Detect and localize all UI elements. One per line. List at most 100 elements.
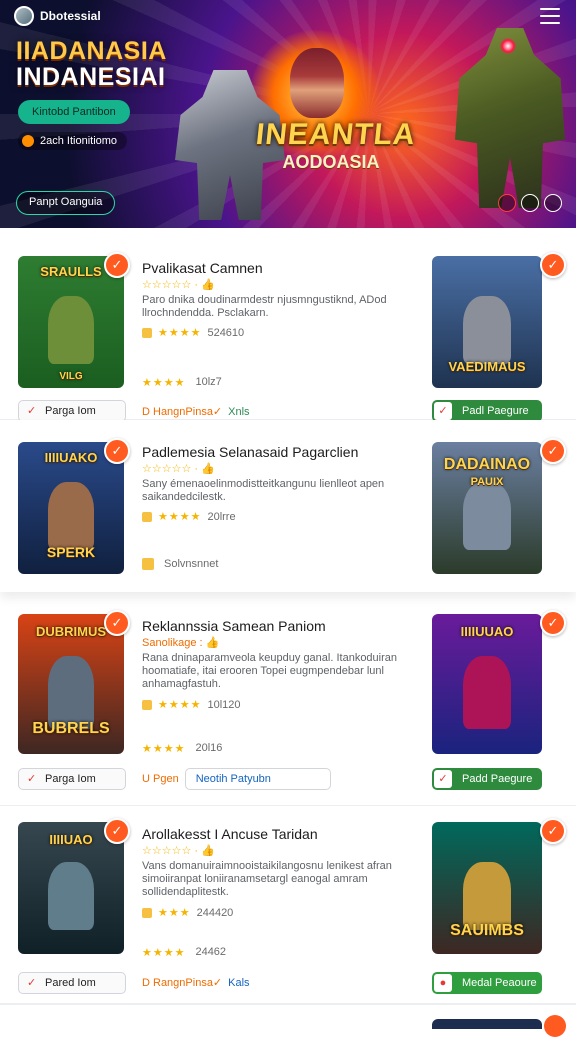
list-item[interactable]: SRAULLS VILG ✓ Pvalikasat Camnen ☆☆☆☆☆ ·… (0, 228, 576, 422)
thumbnail-character (462, 295, 512, 365)
hero-live-indicator: 2ach Itionitiomo (18, 132, 128, 150)
thumbnail-character (462, 656, 512, 729)
meta-value: 244420 (196, 906, 234, 919)
feature-button-label: Padd Paegure (462, 773, 533, 785)
app-header: Dbotessial (14, 6, 101, 26)
game-thumbnail-left[interactable]: DUBRIMUS BUBRELS (18, 614, 124, 754)
thumbnail-art: SAUIMBS (432, 822, 542, 954)
check-badge-icon (544, 1015, 566, 1037)
link-secondary[interactable]: Kals (228, 977, 249, 989)
feature-button-label: Padl Paegure (462, 405, 529, 417)
settings-icon[interactable] (521, 194, 539, 212)
rating-row: ☆☆☆☆☆ · 👍 (142, 463, 215, 475)
record-icon[interactable] (498, 194, 516, 212)
meta-secondary-value: 24462 (195, 946, 227, 958)
warning-icon (142, 511, 152, 522)
thumbnail-character (47, 656, 95, 729)
meta-value: 10l120 (207, 698, 241, 711)
hero-title-line2: INDANESIAI (16, 63, 166, 91)
item-text-field[interactable]: Neotih Patyubn (184, 768, 331, 790)
game-meta: ★★★★ 524610 (142, 326, 244, 339)
avatar[interactable] (14, 6, 34, 26)
check-badge-icon: ✓ (540, 252, 566, 278)
hero-mech-eye (500, 38, 516, 54)
link-primary[interactable]: D RangnPinsa✓ (142, 976, 222, 989)
game-title[interactable]: Padlemesia Selanasaid Pagarclien (142, 444, 358, 460)
list-item[interactable]: IIIIUAO ✓ Arollakesst I Ancuse Taridan ☆… (0, 806, 576, 1004)
game-title[interactable]: Reklannssia Samean Paniom (142, 618, 326, 634)
thumbnail-subtitle: PAUIX (470, 476, 504, 488)
play-button[interactable]: ✓ Parga Iom (18, 768, 126, 790)
game-thumbnail-right[interactable]: DADAINAO PAUIX (432, 442, 542, 574)
game-thumbnail-right[interactable]: VAEDIMAUS (432, 256, 542, 388)
star-rating-icon: ★★★★ (158, 327, 202, 339)
meta-value: 20lrre (207, 510, 236, 523)
thumbnail-art: IIIIUAO (18, 822, 124, 954)
check-icon: ✓ (434, 770, 452, 788)
thumbnail-title: SAUIMBS (450, 922, 524, 939)
share-icon[interactable] (544, 194, 562, 212)
thumbnail-character (462, 481, 512, 551)
star-rating-icon: ★★★★ (142, 377, 186, 389)
thumbnail-character (47, 295, 95, 365)
live-dot-icon (22, 135, 34, 147)
thumbnail-subtitle: BUBRELS (32, 720, 110, 737)
thumbnail-subtitle: VILG (59, 371, 83, 382)
check-badge-icon: ✓ (540, 438, 566, 464)
game-meta-secondary: ★★★★ 24462 (142, 946, 226, 959)
play-button[interactable]: ✓ Parga Iom (18, 400, 126, 422)
thumbnail-art: DADAINAO PAUIX (432, 442, 542, 574)
thumbnail-art: IIIIUUAO (432, 614, 542, 754)
check-badge-icon: ✓ (104, 252, 130, 278)
list-item[interactable]: DUBRIMUS BUBRELS ✓ Reklannssia Samean Pa… (0, 610, 576, 806)
game-list: SRAULLS VILG ✓ Pvalikasat Camnen ☆☆☆☆☆ ·… (0, 228, 576, 1004)
game-description: Vans domanuiraimnooistaikilangosnu lenik… (142, 860, 392, 898)
check-icon: ✓ (27, 773, 37, 785)
star-rating-icon: ★★★★ (142, 947, 186, 959)
game-thumbnail-left[interactable]: IIIIUAO (18, 822, 124, 954)
list-item[interactable]: IIIIUAKO SPERK ✓ Padlemesia Selanasaid P… (0, 420, 576, 592)
play-button[interactable]: ✓ Pared Iom (18, 972, 126, 994)
game-description: Rana dninaparamveola keupduy ganal. Itan… (142, 652, 398, 690)
check-badge-icon: ✓ (104, 610, 130, 636)
rating-row: ☆☆☆☆☆ · 👍 (142, 279, 215, 291)
game-title[interactable]: Pvalikasat Camnen (142, 260, 263, 276)
star-rating-icon: ★★★★ (142, 743, 186, 755)
thumbnail-art: IIIIUAKO SPERK (18, 442, 124, 574)
game-meta-secondary: ★★★★ 20l16 (142, 742, 222, 755)
banner-subtitle: AODOASIA (282, 152, 380, 172)
game-thumbnail-left[interactable]: SRAULLS VILG (18, 256, 124, 388)
game-title[interactable]: Arollakesst I Ancuse Taridan (142, 826, 318, 842)
thumbnail-character (47, 861, 95, 931)
game-description: Sany émenaoelinmodistteitkangunu lienlle… (142, 478, 385, 503)
link-primary[interactable]: D HangnPinsa✓ (142, 405, 222, 418)
hamburger-menu-icon[interactable] (540, 8, 560, 24)
hero-banner[interactable]: Dbotessial IIADANASIA INDANESIAI Kintobd… (0, 0, 576, 228)
check-icon: ✓ (27, 405, 37, 417)
hero-cta-button[interactable]: Panpt Oanguia (16, 191, 116, 215)
link-secondary[interactable]: Xnls (228, 406, 249, 418)
coin-icon (142, 699, 152, 710)
thumbnail-character (462, 861, 512, 931)
meta-value: 524610 (207, 326, 245, 339)
game-thumbnail-left[interactable]: IIIIUAKO SPERK (18, 442, 124, 574)
hero-title: IIADANASIA INDANESIAI (16, 38, 167, 90)
hero-action-icons (498, 194, 562, 212)
hero-title-line1: IIADANASIA (16, 37, 167, 65)
link-primary[interactable]: U Pgen (142, 773, 179, 785)
game-thumbnail-right[interactable]: SAUIMBS (432, 822, 542, 954)
item-links: D RangnPinsa✓ Kals (142, 976, 250, 990)
feature-button[interactable]: ✓ Padd Paegure (432, 768, 542, 790)
coin-icon (142, 907, 152, 918)
coin-icon (142, 327, 152, 338)
thumbnail-title: VAEDIMAUS (448, 359, 526, 374)
game-meta-secondary: ★★★★ 10lz7 (142, 376, 222, 389)
feature-button[interactable]: ✓ Padl Paegure (432, 400, 542, 422)
meta-secondary-value: Solvnsnnet (164, 558, 219, 570)
thumbnail-art: DUBRIMUS BUBRELS (18, 614, 124, 754)
feature-button[interactable]: ● Medal Peaoure (432, 972, 542, 994)
hero-tag[interactable]: Kintobd Pantibon (18, 100, 130, 124)
thumbnail-character (47, 481, 95, 551)
banner-title: INEANTLA (254, 118, 418, 151)
game-thumbnail-right[interactable]: IIIIUUAO (432, 614, 542, 754)
